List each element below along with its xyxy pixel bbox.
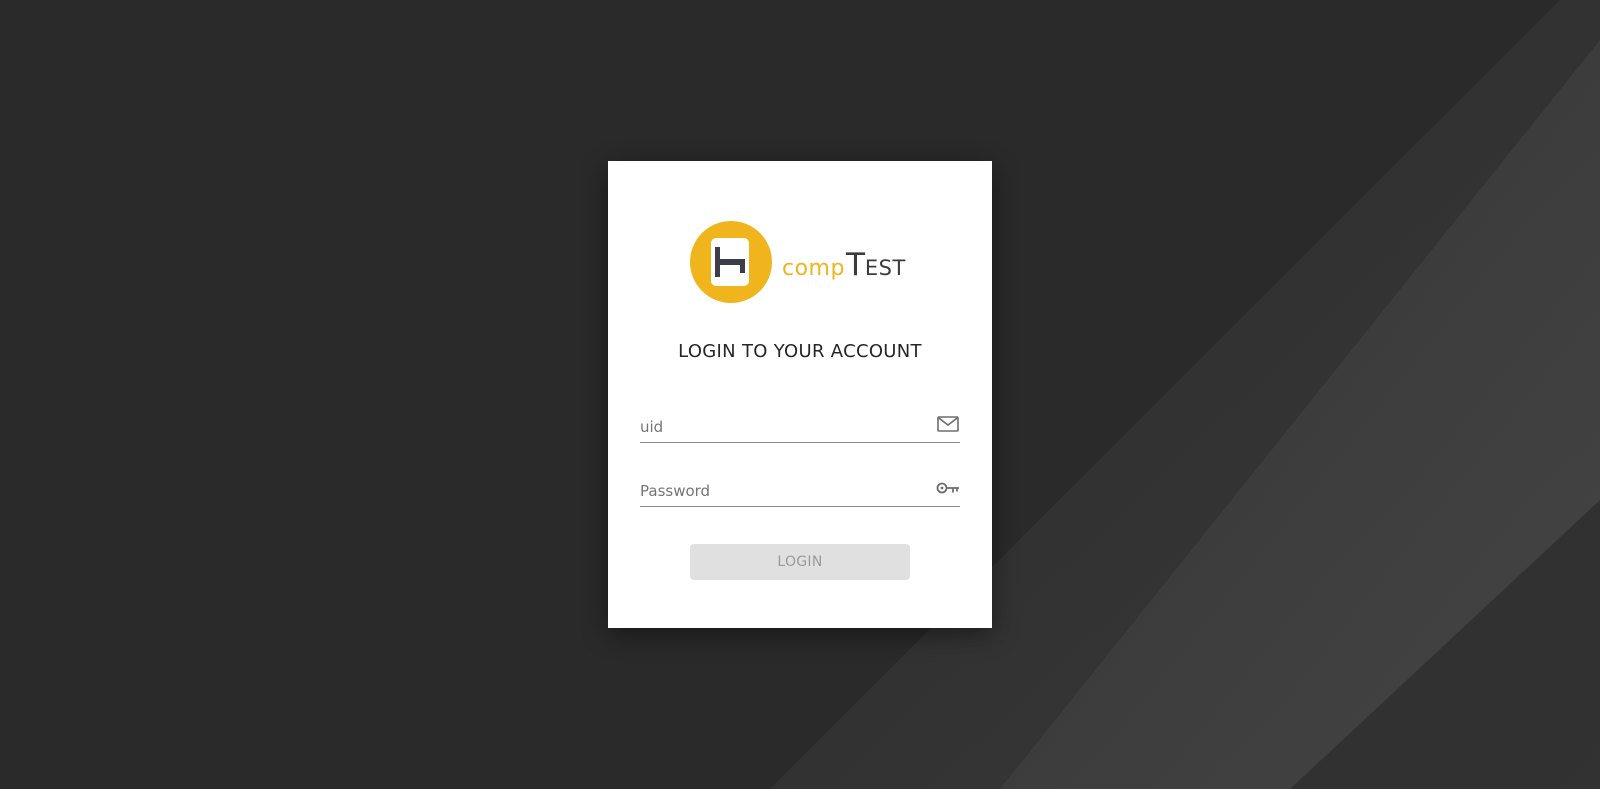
mail-icon	[936, 414, 960, 434]
login-card: comp T est LOGIN TO YOUR ACCOUNT LOGIN	[608, 161, 992, 628]
login-title: LOGIN TO YOUR ACCOUNT	[678, 341, 922, 362]
key-icon	[936, 478, 960, 498]
password-input[interactable]	[640, 480, 920, 502]
uid-input[interactable]	[640, 416, 920, 438]
brand-name-part1: comp	[782, 256, 845, 281]
password-field	[640, 472, 960, 507]
brand-logo: comp T est	[690, 221, 906, 303]
uid-field	[640, 408, 960, 443]
brand-wordmark: comp T est	[782, 247, 906, 283]
comptest-logo-icon	[690, 221, 772, 303]
login-button[interactable]: LOGIN	[690, 544, 910, 580]
brand-name-part2: T	[845, 247, 865, 283]
brand-name-part3: est	[864, 256, 906, 280]
